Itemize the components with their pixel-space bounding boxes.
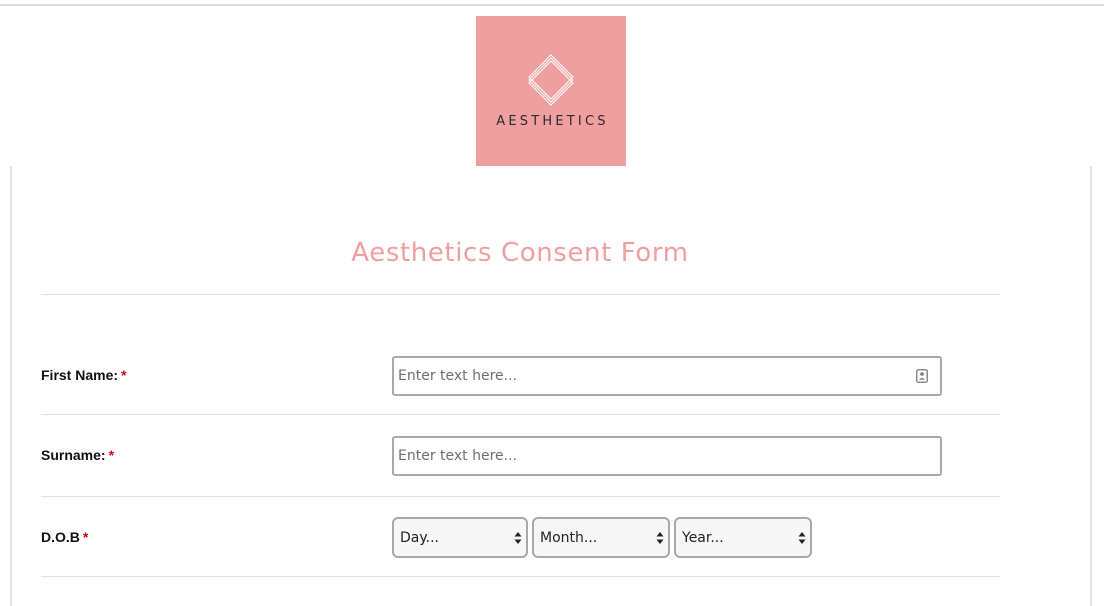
select-arrows-icon <box>514 532 522 544</box>
row-divider <box>41 496 1000 497</box>
first-name-input[interactable] <box>392 356 942 396</box>
dob-label: D.O.B * <box>41 529 88 545</box>
select-arrows-icon <box>798 532 806 544</box>
title-divider <box>41 294 1000 295</box>
dob-day-value: Day... <box>400 530 439 546</box>
first-name-label-text: First Name: <box>41 367 119 383</box>
select-arrows-icon <box>656 532 664 544</box>
dob-month-value: Month... <box>540 530 598 546</box>
aesthetics-logo: AESTHETICS <box>476 16 626 166</box>
nested-diamond-icon <box>528 54 574 106</box>
required-marker: * <box>108 447 115 463</box>
row-divider <box>41 576 1000 577</box>
dob-label-text: D.O.B <box>41 529 80 545</box>
required-marker: * <box>121 367 127 383</box>
logo-text: AESTHETICS <box>496 114 609 129</box>
dob-month-select[interactable]: Month... <box>532 517 670 558</box>
surname-label-text: Surname: <box>41 447 106 463</box>
surname-label: Surname: * <box>41 447 114 463</box>
dob-day-select[interactable]: Day... <box>392 517 528 558</box>
top-rule <box>0 4 1104 6</box>
row-divider <box>41 414 1000 415</box>
dob-year-value: Year... <box>682 530 724 546</box>
dob-year-select[interactable]: Year... <box>674 517 812 558</box>
required-marker: * <box>82 529 89 545</box>
form-title: Aesthetics Consent Form <box>351 238 689 268</box>
first-name-label: First Name: * <box>41 367 126 383</box>
surname-input[interactable] <box>392 436 942 476</box>
contact-card-icon[interactable] <box>916 369 928 383</box>
